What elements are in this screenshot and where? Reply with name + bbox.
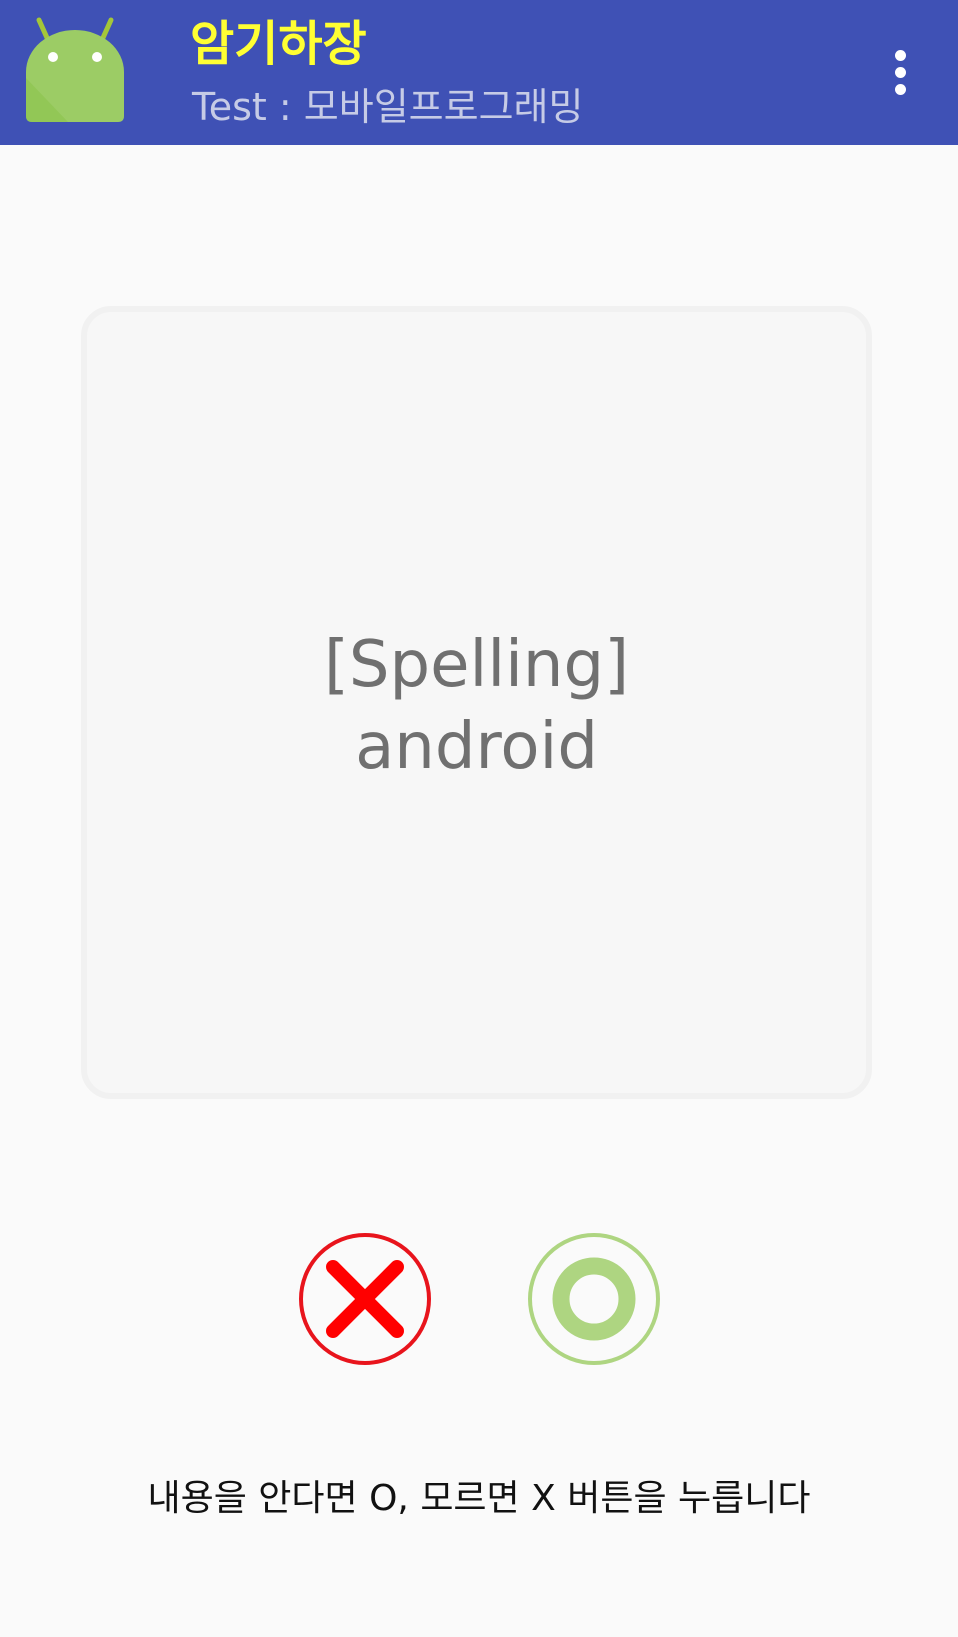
flashcard[interactable]: [Spelling] android [81,306,872,1099]
o-circle-icon [528,1233,660,1365]
x-mark-icon [299,1233,431,1365]
app-subtitle: Test : 모바일프로그래밍 [192,85,584,129]
app-title: 암기하장 [190,16,367,72]
app-bar: 암기하장 Test : 모바일프로그래밍 [0,0,958,145]
flashcard-word: android [355,710,598,784]
more-vert-icon[interactable] [880,44,920,100]
flashcard-category: [Spelling] [323,628,630,702]
instruction-text: 내용을 안다면 O, 모르면 X 버튼을 누릅니다 [147,1478,811,1519]
android-robot-icon [26,17,124,122]
know-button[interactable] [527,1232,661,1366]
dont-know-button[interactable] [298,1232,432,1366]
flashcard-content: [Spelling] android [87,624,866,788]
